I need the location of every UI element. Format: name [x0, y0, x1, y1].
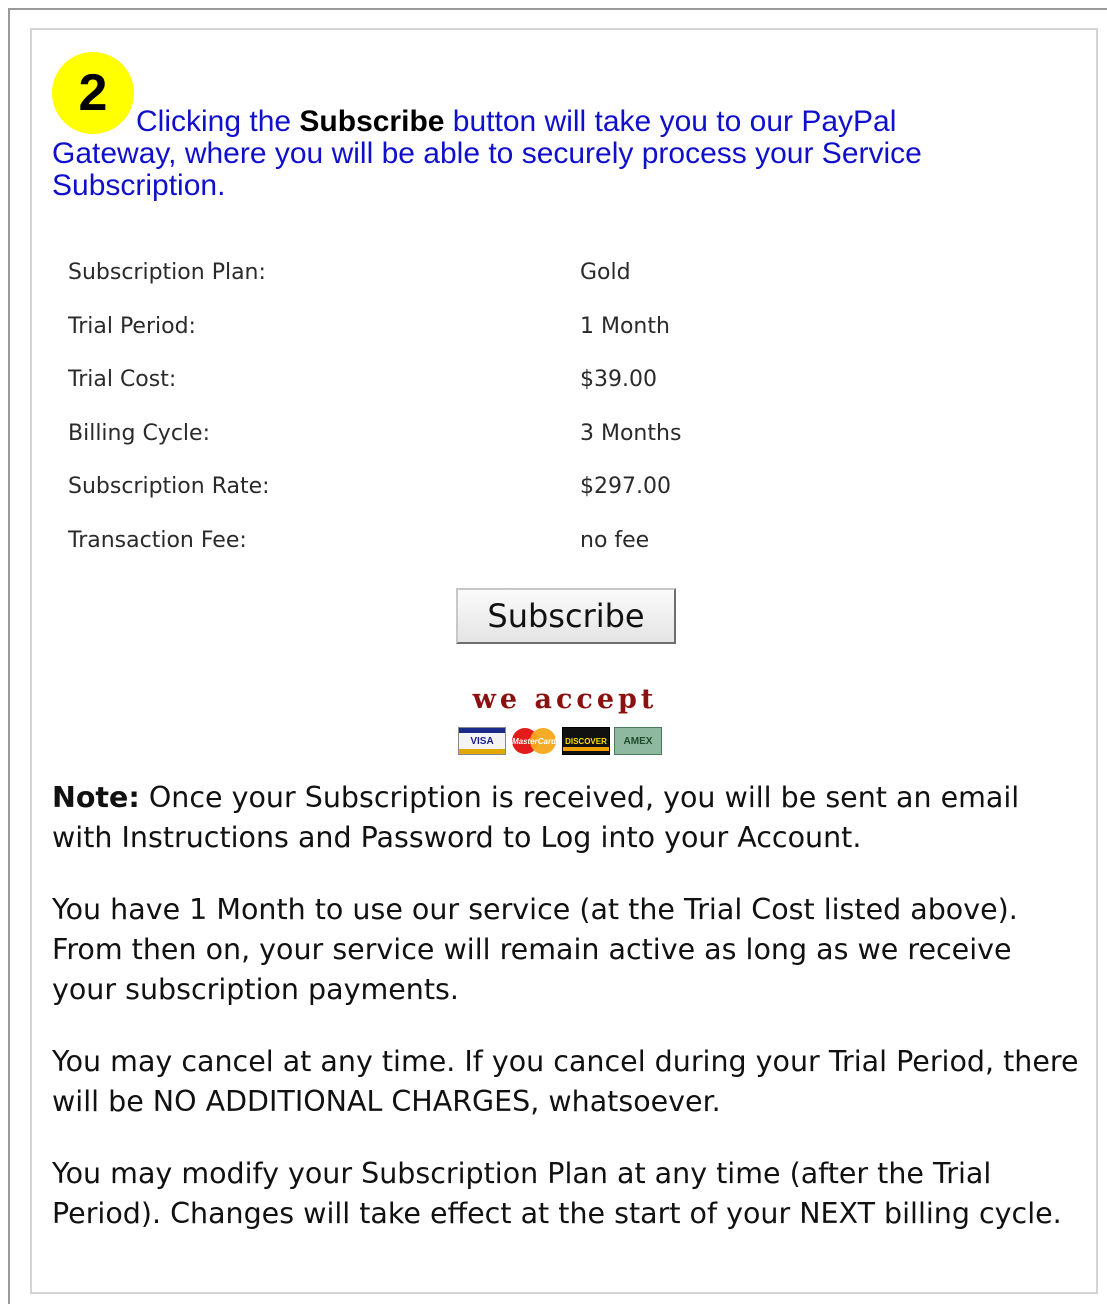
trial-cost-label: Trial Cost:: [68, 367, 177, 393]
we-accept-label: we accept: [472, 684, 658, 715]
discover-card-text: DISCOVER: [565, 736, 607, 746]
visa-card-text: VISA: [470, 735, 494, 747]
intro-text: Clicking the Subscribe button will take …: [52, 106, 1012, 202]
intro-text-before: Clicking the: [136, 105, 300, 138]
visa-card-icon: VISA: [458, 727, 506, 755]
note-text: Once your Subscription is received, you …: [52, 781, 1020, 854]
mastercard-icon: MasterCard: [510, 727, 558, 755]
table-row: Subscription Plan: Gold: [56, 246, 756, 300]
subscription-rate-label: Subscription Rate:: [68, 474, 270, 500]
table-row: Subscription Rate: $297.00: [56, 460, 756, 514]
modify-paragraph: You may modify your Subscription Plan at…: [52, 1157, 1062, 1230]
billing-cycle-label: Billing Cycle:: [68, 420, 210, 446]
trial-paragraph: You have 1 Month to use our service (at …: [52, 893, 1018, 1006]
transaction-fee-label: Transaction Fee:: [68, 527, 247, 553]
note-label: Note:: [52, 781, 140, 814]
table-row: Transaction Fee: no fee: [56, 514, 756, 568]
billing-cycle-value: 3 Months: [580, 420, 682, 446]
amex-card-icon: AMEX: [614, 727, 662, 755]
mastercard-text: MasterCard: [511, 736, 556, 746]
trial-cost-value: $39.00: [580, 367, 657, 393]
intro-button-word: Subscribe: [299, 105, 445, 138]
trial-period-value: 1 Month: [580, 313, 670, 339]
discover-card-icon: DISCOVER: [562, 727, 610, 755]
table-row: Trial Cost: $39.00: [56, 353, 756, 407]
accepted-cards: VISA MasterCard DISCOVER AMEX: [458, 727, 662, 757]
subscription-rate-value: $297.00: [580, 474, 671, 500]
plan-details-table: Subscription Plan: Gold Trial Period: 1 …: [56, 246, 756, 567]
cancel-paragraph: You may cancel at any time. If you cance…: [52, 1045, 1079, 1118]
amex-card-text: AMEX: [623, 735, 653, 747]
plan-label: Subscription Plan:: [68, 260, 266, 286]
notes-section: Note: Once your Subscription is received…: [52, 778, 1082, 1266]
table-row: Billing Cycle: 3 Months: [56, 407, 756, 461]
note-paragraph: Note: Once your Subscription is received…: [52, 778, 1082, 858]
plan-value: Gold: [580, 260, 631, 286]
trial-period-label: Trial Period:: [68, 313, 196, 339]
table-row: Trial Period: 1 Month: [56, 300, 756, 354]
transaction-fee-value: no fee: [580, 527, 650, 553]
subscribe-button[interactable]: Subscribe: [456, 588, 676, 644]
